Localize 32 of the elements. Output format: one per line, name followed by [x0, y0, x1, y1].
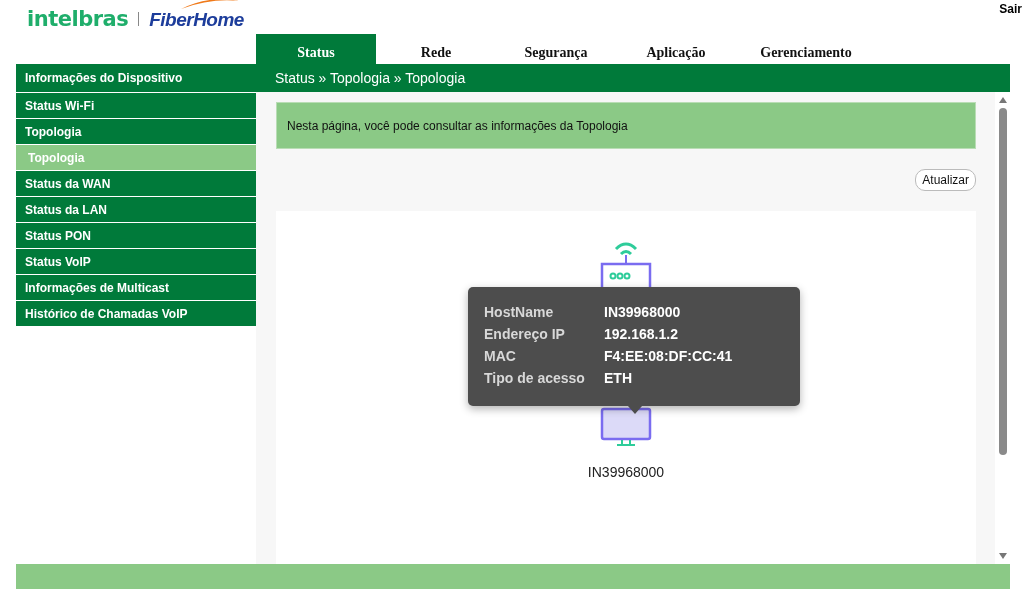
sidebar-item[interactable]: Status PON — [16, 223, 256, 248]
brand-logo: intelbras — [27, 7, 129, 31]
sidebar-item[interactable]: Histórico de Chamadas VoIP — [16, 301, 256, 326]
nav-tab[interactable]: Segurança — [496, 34, 616, 64]
scroll-up-icon[interactable] — [997, 96, 1008, 104]
tooltip-label: Tipo de acesso — [484, 370, 586, 386]
refresh-button[interactable]: Atualizar — [915, 169, 976, 191]
sidebar-item[interactable]: Topologia — [16, 119, 256, 144]
partner-logo: FiberHome — [149, 8, 244, 32]
tooltip-value: IN39968000 — [604, 304, 682, 320]
sidebar-item[interactable]: Status Wi-Fi — [16, 93, 256, 118]
tooltip-label: HostName — [484, 304, 555, 320]
sidebar-item[interactable]: Status da WAN — [16, 171, 256, 196]
sidebar-item[interactable]: Status da LAN — [16, 197, 256, 222]
nav-tab[interactable]: Rede — [376, 34, 496, 64]
sidebar-item[interactable]: Informações do Dispositivo — [16, 64, 256, 92]
info-banner: Nesta página, você pode consultar as informações da Topologia — [276, 102, 976, 149]
tooltip-value: ETH — [604, 370, 633, 386]
scroll-down-icon[interactable] — [997, 552, 1008, 560]
tooltip-label: Endereço IP — [484, 326, 566, 342]
nav-tab[interactable]: Status — [256, 34, 376, 64]
sidebar-item[interactable]: Informações de Multicast — [16, 275, 256, 300]
tooltip-value: F4:EE:08:DF:CC:41 — [604, 348, 734, 364]
nav-tab[interactable]: Aplicação — [616, 34, 736, 64]
logout-link[interactable]: Sair — [999, 2, 1022, 16]
device-label: IN39968000 — [587, 464, 665, 480]
tooltip-value: 192.168.1.2 — [604, 326, 679, 342]
nav-tab[interactable]: Gerenciamento — [736, 34, 876, 64]
computer-icon[interactable] — [600, 407, 652, 447]
breadcrumb: Status » Topologia » Topologia — [256, 64, 1010, 92]
tooltip-label: MAC — [484, 348, 517, 364]
sidebar-item[interactable]: Status VoIP — [16, 249, 256, 274]
